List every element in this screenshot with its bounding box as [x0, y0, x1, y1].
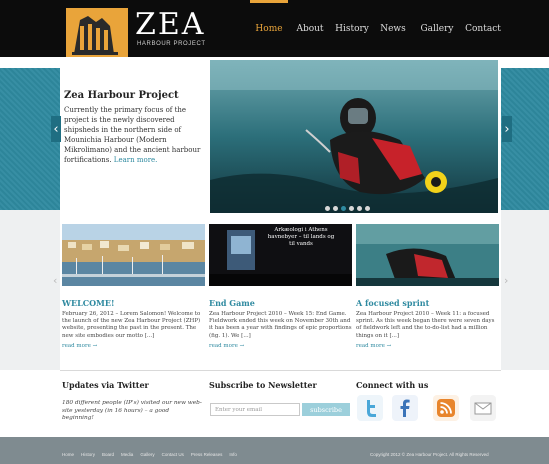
slider-dot[interactable] [333, 206, 338, 211]
news-thumb-diver[interactable] [356, 224, 499, 286]
subscribe-button[interactable]: subscribe [302, 403, 350, 416]
nav-item-contact[interactable]: Contact [460, 0, 506, 57]
nav-item-history[interactable]: History [332, 0, 372, 57]
footer-link-info[interactable]: Info [229, 452, 237, 457]
news-thumb-harbour[interactable] [62, 224, 205, 286]
site-logo-text[interactable]: ZEA [135, 9, 205, 41]
footer-link-press[interactable]: Press Releases [191, 452, 223, 457]
slider-prev-icon[interactable]: ‹ [51, 116, 61, 142]
footer-link-contact[interactable]: Contact Us [162, 452, 184, 457]
logo-emblem[interactable] [66, 8, 128, 58]
news-title[interactable]: WELCOME! [62, 298, 207, 308]
copyright-text: Copyright 2012 © Zea Harbour Project. Al… [370, 452, 489, 457]
read-more-link[interactable]: read more → [62, 343, 207, 349]
envelope-glyph [474, 402, 492, 415]
thumbs-prev-icon[interactable]: ‹ [53, 274, 61, 294]
footer-link-media[interactable]: Media [121, 452, 133, 457]
learn-more-link[interactable]: Learn more. [114, 156, 158, 164]
nav-item-about[interactable]: About [288, 0, 332, 57]
email-field[interactable] [210, 403, 300, 416]
news-item: End Game Zea Harbour Project 2010 – Week… [209, 298, 354, 349]
slider-title: Zea Harbour Project [64, 90, 179, 101]
footer-link-home[interactable]: Home [62, 452, 74, 457]
harbour-photo [62, 224, 205, 286]
main-nav: Home About History News Gallery Contact [250, 0, 506, 57]
lecture-caption: Arkæologi i Athens havnebyer – til lands… [267, 227, 335, 247]
footer-bar [0, 437, 549, 464]
slider-dot[interactable] [325, 206, 330, 211]
left-side-strip [0, 210, 60, 370]
nav-item-home[interactable]: Home [250, 0, 288, 57]
news-excerpt: Zea Harbour Project 2010 – Week 11: a fo… [356, 311, 495, 339]
newsletter-title: Subscribe to Newsletter [209, 380, 317, 390]
read-more-link[interactable]: read more → [209, 343, 354, 349]
section-divider [60, 370, 501, 371]
news-excerpt: Zea Harbour Project 2010 – Week 15: End … [209, 311, 352, 339]
slider-dot[interactable] [357, 206, 362, 211]
news-thumb-lecture[interactable]: Arkæologi i Athens havnebyer – til lands… [209, 224, 352, 286]
read-more-link[interactable]: read more → [356, 343, 501, 349]
thumbs-next-icon[interactable]: › [504, 274, 512, 294]
news-item: WELCOME! February 26, 2012 – Lorem Salom… [62, 298, 207, 349]
slider-dot[interactable] [365, 206, 370, 211]
slider-dot[interactable] [349, 206, 354, 211]
email-icon[interactable] [470, 395, 496, 421]
footer-links: Home History Board Media Gallery Contact… [62, 452, 237, 457]
news-title[interactable]: A focused sprint [356, 298, 501, 308]
hero-image-diver[interactable] [210, 60, 498, 213]
page: ZEA HARBOUR PROJECT Home About History N… [0, 0, 549, 464]
footer-link-history[interactable]: History [81, 452, 95, 457]
slider-next-icon[interactable]: › [502, 116, 512, 142]
twitter-icon[interactable] [357, 395, 383, 421]
nav-item-news[interactable]: News [372, 0, 414, 57]
diver-thumb-photo [356, 224, 499, 286]
nav-item-gallery[interactable]: Gallery [414, 0, 460, 57]
footer-link-board[interactable]: Board [102, 452, 114, 457]
slider-intro: Zea Harbour Project Currently the primar… [64, 90, 204, 165]
slider-pagination [325, 206, 370, 211]
rss-glyph [437, 399, 455, 417]
connect-title: Connect with us [356, 380, 429, 390]
rss-icon[interactable] [433, 395, 459, 421]
site-tagline: HARBOUR PROJECT [137, 41, 206, 47]
tweet-text: 180 different people (IP's) visited our … [62, 400, 202, 421]
facebook-glyph [400, 399, 410, 417]
slider-text: Currently the primary focus of the proje… [64, 105, 204, 165]
news-excerpt: February 26, 2012 – Lorem Salomon! Welco… [62, 311, 201, 339]
news-item: A focused sprint Zea Harbour Project 201… [356, 298, 501, 349]
diver-photo [210, 60, 498, 213]
twitter-glyph [367, 400, 376, 417]
twitter-title: Updates via Twitter [62, 380, 149, 390]
news-title[interactable]: End Game [209, 298, 354, 308]
facebook-icon[interactable] [392, 395, 418, 421]
footer-link-gallery[interactable]: Gallery [140, 452, 154, 457]
harbour-logo-icon [66, 8, 128, 58]
slider-dot-active[interactable] [341, 206, 346, 211]
